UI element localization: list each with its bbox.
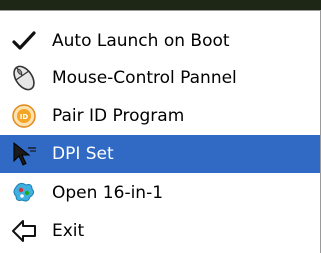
checkmark-icon <box>8 25 40 57</box>
menu-item-open-16-in-1[interactable]: Open 16-in-1 <box>0 174 320 212</box>
menu-item-dpi-set[interactable]: DPI Set <box>0 135 320 173</box>
menu-item-auto-launch[interactable]: Auto Launch on Boot <box>0 22 320 60</box>
menu-item-label: Pair ID Program <box>52 106 185 126</box>
menu-item-label: Open 16-in-1 <box>52 183 164 203</box>
window-edge <box>0 0 321 10</box>
svg-text:ID: ID <box>20 113 29 121</box>
menu-item-label: Auto Launch on Boot <box>52 31 230 51</box>
menu-item-label: Exit <box>52 221 85 241</box>
menu-item-label: Mouse-Control Pannel <box>52 68 237 88</box>
menu-item-label: DPI Set <box>52 144 114 164</box>
menu-item-mouse-control-panel[interactable]: Mouse-Control Pannel <box>0 59 320 97</box>
open-16-in-1-icon <box>8 177 40 209</box>
dpi-cursor-icon <box>8 138 40 170</box>
context-menu: Auto Launch on Boot Mouse-Control Pannel… <box>0 10 321 253</box>
menu-item-exit[interactable]: Exit <box>0 212 320 250</box>
exit-arrow-icon <box>8 215 40 247</box>
mouse-icon <box>8 62 40 94</box>
menu-item-pair-id-program[interactable]: ID Pair ID Program <box>0 97 320 135</box>
pair-id-icon: ID <box>8 100 40 132</box>
